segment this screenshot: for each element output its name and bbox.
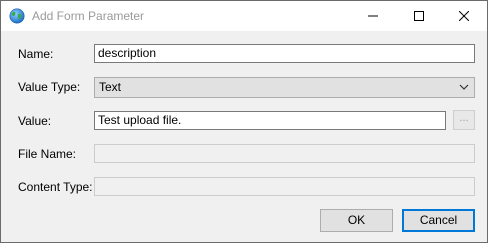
title-bar[interactable]: Add Form Parameter [1, 1, 487, 31]
chevron-down-icon [459, 84, 469, 90]
value-type-selected: Text [99, 80, 122, 94]
globe-icon [9, 8, 25, 24]
ok-button[interactable]: OK [320, 209, 393, 232]
content-type-label: Content Type: [18, 180, 93, 194]
minimize-button[interactable] [350, 1, 396, 31]
name-input[interactable]: description [94, 44, 475, 63]
file-name-input[interactable] [94, 144, 475, 163]
window-title: Add Form Parameter [32, 9, 145, 23]
value-label: Value: [18, 114, 52, 128]
minimize-icon [368, 15, 378, 17]
browse-button[interactable]: ... [453, 110, 475, 130]
close-button[interactable] [441, 1, 487, 31]
value-input[interactable]: Test upload file. [94, 111, 446, 130]
value-type-label: Value Type: [18, 80, 81, 94]
name-label: Name: [18, 47, 54, 61]
add-form-parameter-dialog: Add Form Parameter Name: description Val… [0, 0, 488, 243]
value-type-select[interactable]: Text [94, 77, 475, 98]
content-type-input[interactable] [94, 177, 475, 196]
cancel-button[interactable]: Cancel [402, 209, 475, 232]
file-name-label: File Name: [18, 147, 77, 161]
maximize-button[interactable] [396, 1, 442, 31]
maximize-icon [414, 11, 424, 21]
close-icon [459, 11, 469, 21]
